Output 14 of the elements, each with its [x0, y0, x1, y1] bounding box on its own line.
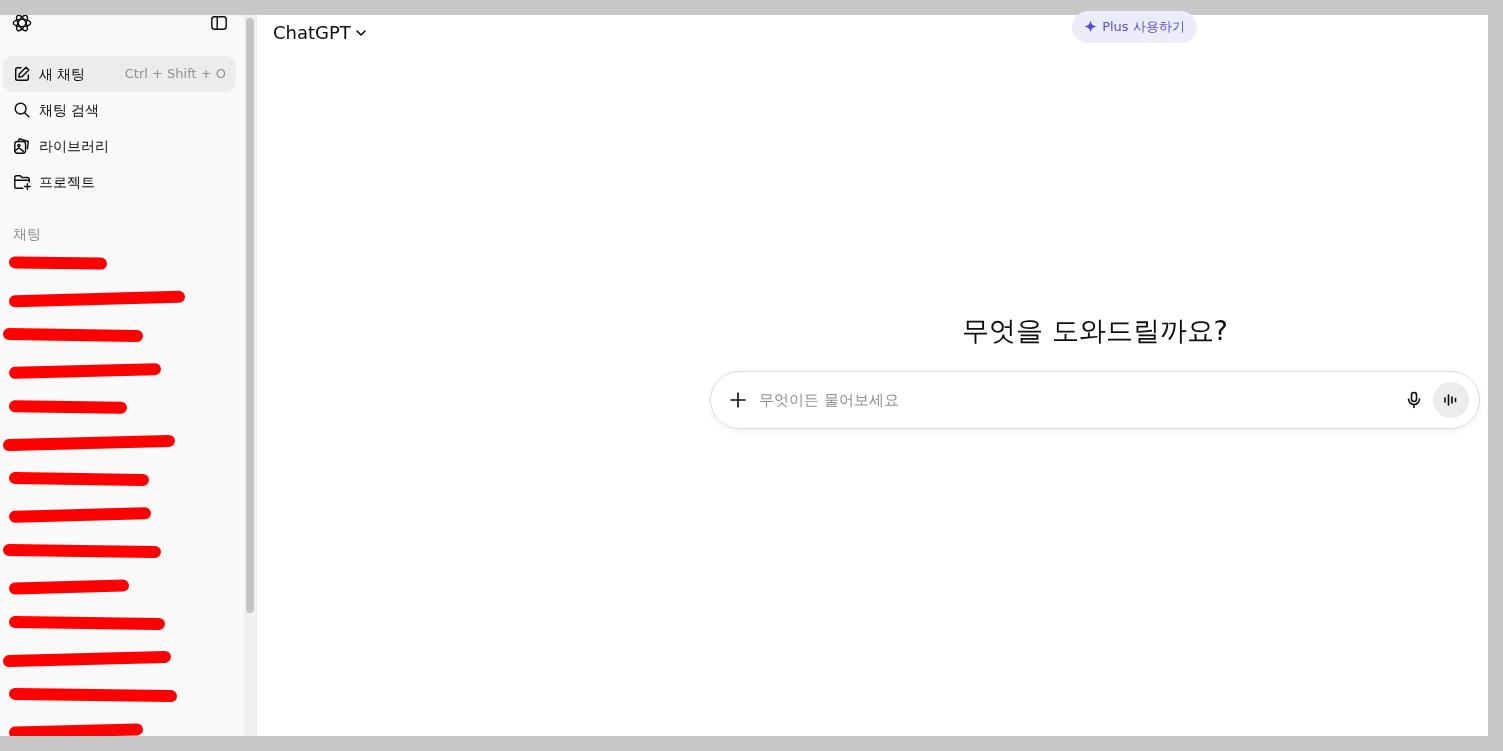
heading: 무엇을 도와드릴까요?	[962, 315, 1228, 348]
section-title: 채팅	[12, 225, 42, 244]
nav-item[interactable]: 새 채팅 Ctrl + Shift + O	[3, 56, 236, 92]
nav-label: 새 채팅	[39, 64, 86, 84]
model-selector[interactable]: ChatGPT	[273, 19, 367, 46]
nav-item[interactable]: 프로젝트	[3, 164, 236, 200]
model-name: ChatGPT	[273, 21, 351, 45]
shortcut-hint: Ctrl + Shift + O	[124, 65, 226, 84]
nav-item[interactable]: 채팅 검색	[3, 92, 236, 128]
nav-label: 라이브러리	[39, 136, 109, 156]
nav-label: 채팅 검색	[39, 100, 100, 120]
nav-item[interactable]: 라이브러리	[3, 128, 236, 164]
nav-label: 프로젝트	[39, 172, 95, 192]
upgrade-button[interactable]: Plus 사용하기	[1072, 11, 1197, 43]
